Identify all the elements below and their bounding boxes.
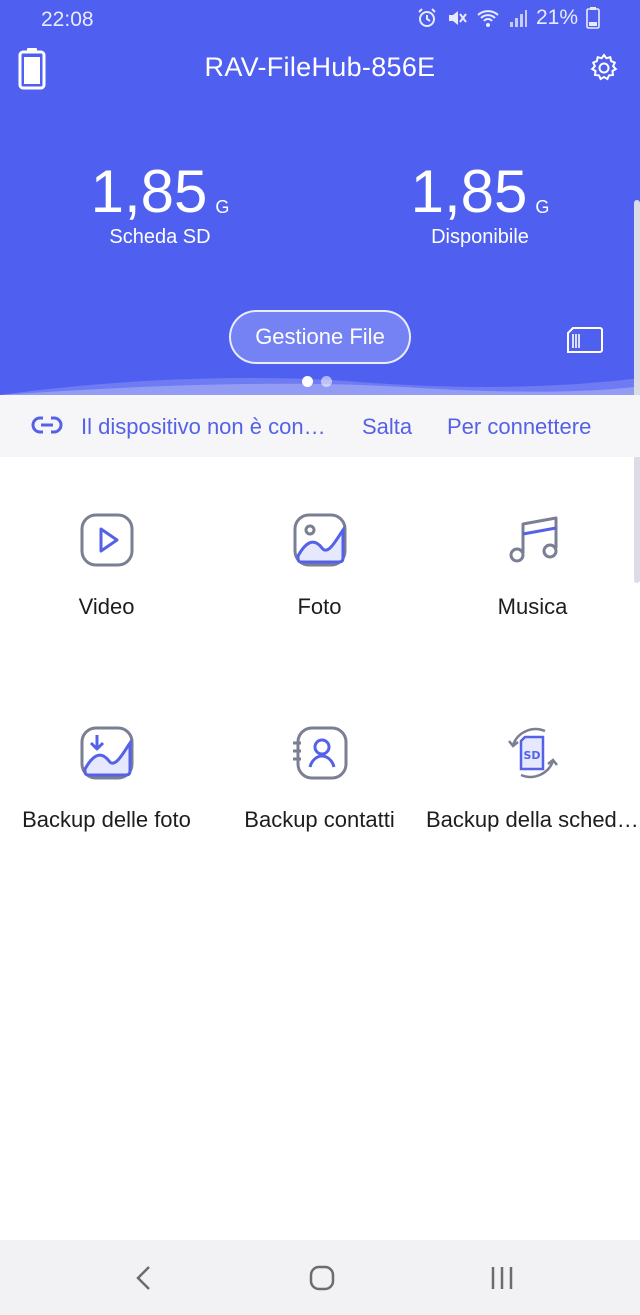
manage-files-button[interactable]: Gestione File xyxy=(229,310,411,364)
photo-backup-tile[interactable]: Backup delle foto xyxy=(0,723,213,833)
available-value: 1,85 xyxy=(410,158,528,225)
sd-backup-icon: SD xyxy=(503,723,563,783)
connect-link[interactable]: Per connettere xyxy=(447,414,591,440)
navigation-bar xyxy=(0,1240,640,1315)
wifi-icon xyxy=(476,7,500,29)
music-tile[interactable]: Musica xyxy=(426,510,639,620)
skip-link[interactable]: Salta xyxy=(362,414,412,440)
video-label: Video xyxy=(78,594,135,619)
connection-message: Il dispositivo non è connesso xyxy=(81,414,337,439)
photo-backup-icon xyxy=(77,723,137,783)
available-label: Disponibile xyxy=(431,226,529,248)
contacts-backup-tile[interactable]: Backup contatti xyxy=(213,723,426,833)
connection-banner: Il dispositivo non è connesso Salta Per … xyxy=(0,395,640,457)
header-wave xyxy=(0,378,640,395)
back-icon[interactable] xyxy=(130,1264,158,1297)
app-header: 22:08 21% RAV-FileHub-856E 1,85 G Scheda… xyxy=(0,0,640,395)
recents-icon[interactable] xyxy=(488,1264,516,1297)
device-title: RAV-FileHub-856E xyxy=(204,52,436,82)
available-unit: G xyxy=(535,197,550,217)
svg-text:SD: SD xyxy=(523,749,540,762)
video-tile[interactable]: Video xyxy=(0,510,213,620)
status-bar: 22:08 21% xyxy=(0,0,640,40)
music-icon xyxy=(503,510,563,570)
music-label: Musica xyxy=(497,594,568,619)
home-icon[interactable] xyxy=(308,1264,336,1297)
photo-tile[interactable]: Foto xyxy=(213,510,426,620)
page-dot-inactive[interactable] xyxy=(321,376,332,387)
link-icon xyxy=(31,414,63,442)
battery-percent: 21% xyxy=(535,6,578,29)
battery-icon xyxy=(586,7,600,29)
sd-card-unit: G xyxy=(215,197,230,217)
status-time: 22:08 xyxy=(41,8,94,31)
photo-label: Foto xyxy=(297,594,342,619)
signal-icon xyxy=(508,7,528,29)
available-stat: 1,85 G Disponibile xyxy=(350,160,610,249)
video-play-icon xyxy=(77,510,137,570)
contacts-backup-icon xyxy=(290,723,350,783)
sd-card-icon[interactable] xyxy=(565,326,603,359)
photo-icon xyxy=(290,510,350,570)
sd-card-value: 1,85 xyxy=(90,158,208,225)
sd-backup-tile[interactable]: SD Backup della scheda SD xyxy=(426,723,639,833)
sd-card-label: Scheda SD xyxy=(109,226,211,248)
status-icons: 21% xyxy=(416,6,600,30)
alarm-icon xyxy=(416,7,438,29)
sd-card-stat: 1,85 G Scheda SD xyxy=(30,160,290,249)
gear-icon[interactable] xyxy=(588,52,620,89)
page-dot-active[interactable] xyxy=(302,376,313,387)
contacts-backup-label: Backup contatti xyxy=(244,807,395,832)
mute-icon xyxy=(446,7,468,29)
sd-backup-label: Backup della scheda SD xyxy=(426,807,639,832)
photo-backup-label: Backup delle foto xyxy=(22,807,191,832)
